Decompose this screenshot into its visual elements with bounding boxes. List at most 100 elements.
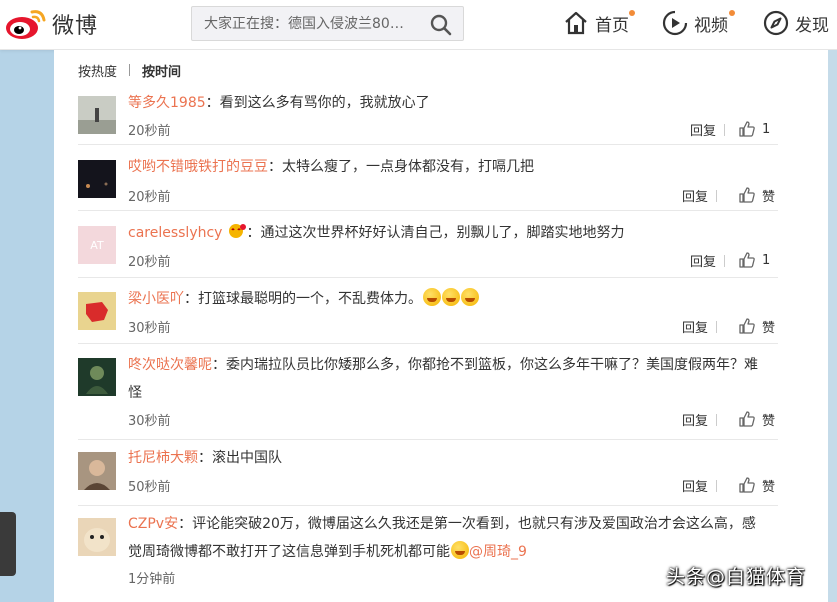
comment-colon: ：: [178, 516, 193, 532]
laughing-emoji-icon: [461, 288, 479, 306]
like-count: 赞: [762, 413, 776, 429]
comment-username[interactable]: carelesslyhcy: [128, 225, 222, 241]
notification-dot: [729, 10, 735, 16]
comment-divider: [78, 439, 778, 440]
comment-username[interactable]: 等多久1985: [128, 95, 206, 111]
comment-time: 30秒前: [128, 321, 171, 336]
like-button[interactable]: 赞: [738, 475, 775, 495]
action-divider: [716, 321, 717, 333]
action-divider: [716, 190, 717, 202]
comment-text: 咚次哒次馨呢：委内瑞拉队员比你矮那么多，你都抢不到篮板，你这么多年干嘛了？美国度…: [128, 351, 768, 407]
comment-colon: ：: [212, 357, 226, 373]
comment-colon: ：: [205, 95, 220, 111]
comment-time: 20秒前: [128, 124, 171, 139]
nav-discover[interactable]: 发现: [763, 8, 829, 38]
comment-item: 咚次哒次馨呢：委内瑞拉队员比你矮那么多，你都抢不到篮板，你这么多年干嘛了？美国度…: [78, 346, 778, 440]
comment-time: 30秒前: [128, 414, 171, 429]
comment-time: 20秒前: [128, 255, 171, 270]
logo-text: 微博: [52, 14, 99, 39]
like-count: 赞: [762, 189, 776, 205]
reply-button[interactable]: 回复: [690, 251, 716, 270]
reply-button[interactable]: 回复: [682, 186, 708, 205]
comment-body: 太特么瘦了，一点身体都没有，打嗝几把: [282, 159, 534, 175]
member-badge-icon: [229, 224, 247, 238]
comment-username[interactable]: CZPv安: [128, 516, 178, 532]
comment-item: 哎哟不错哦铁打的豆豆：太特么瘦了，一点身体都没有，打嗝几把 20秒前 回复 赞: [78, 149, 778, 211]
comment-text: 等多久1985：看到这么多有骂你的，我就放心了: [128, 89, 768, 117]
comment-body: 滚出中国队: [212, 450, 282, 466]
reply-button[interactable]: 回复: [682, 317, 708, 336]
like-button[interactable]: 赞: [738, 409, 775, 429]
comment-username[interactable]: 咚次哒次馨呢: [128, 357, 212, 373]
thumbs-up-icon: [739, 318, 755, 334]
avatar[interactable]: [78, 160, 116, 198]
thumbs-up-icon: [739, 252, 755, 268]
avatar[interactable]: [78, 96, 116, 134]
comment-body: 打篮球最聪明的一个，不乱费体力。: [198, 291, 422, 307]
action-divider: [716, 414, 717, 426]
watermark: 头条@白猫体育: [666, 566, 807, 588]
nav-discover-label: 发现: [795, 15, 829, 36]
compass-icon: [763, 10, 789, 36]
thumbs-up-icon: [739, 187, 755, 203]
thumbs-up-icon: [739, 121, 755, 137]
comment-body: 通过这次世界杯好好认清自己，别飘儿了，脚踏实地地努力: [260, 225, 625, 241]
side-widget[interactable]: [0, 512, 16, 576]
scrollbar-track[interactable]: [828, 50, 837, 602]
notification-dot: [629, 10, 635, 16]
reply-button[interactable]: 回复: [682, 410, 708, 429]
weibo-logo[interactable]: 微博: [4, 4, 114, 44]
comment-divider: [78, 277, 778, 278]
video-icon: [662, 10, 688, 36]
comment-divider: [78, 505, 778, 506]
reply-button[interactable]: 回复: [682, 476, 708, 495]
laughing-emoji-icon: [423, 288, 441, 306]
comment-mention[interactable]: @周琦_9: [469, 544, 527, 560]
reply-button[interactable]: 回复: [690, 120, 716, 139]
search-icon[interactable]: [429, 13, 453, 37]
comment-divider: [78, 343, 778, 344]
comment-text: CZPv安：评论能突破20万，微博届这么久我还是第一次看到，也就只有涉及爱国政治…: [128, 510, 768, 566]
comment-body: 评论能突破20万，微博届这么久我还是第一次看到，也就只有涉及爱国政治才会这么高，…: [128, 516, 756, 560]
comment-item: 等多久1985：看到这么多有骂你的，我就放心了 20秒前 回复 1: [78, 90, 778, 145]
thumbs-up-icon: [739, 411, 755, 427]
sort-by-time[interactable]: 按时间: [142, 61, 181, 80]
action-divider: [716, 480, 717, 492]
comment-username[interactable]: 梁小医吖: [128, 291, 184, 307]
like-button[interactable]: 1: [738, 119, 770, 139]
top-navigation-bar: 微博 首页 视频 发现: [0, 0, 837, 50]
sort-bar: 按热度 按时间: [78, 58, 181, 82]
like-count: 1: [762, 252, 771, 268]
comment-time: 50秒前: [128, 480, 171, 495]
comment-text: 梁小医吖：打篮球最聪明的一个，不乱费体力。: [128, 285, 768, 313]
comment-divider: [78, 144, 778, 145]
comment-item: AT carelesslyhcy ：通过这次世界杯好好认清自己，别飘儿了，脚踏实地…: [78, 214, 778, 278]
home-icon: [565, 11, 587, 35]
nav-home[interactable]: 首页: [563, 8, 635, 38]
action-divider: [724, 255, 725, 267]
laughing-emoji-icon: [442, 288, 460, 306]
comment-colon: ：: [198, 450, 212, 466]
avatar[interactable]: [78, 358, 116, 396]
comment-body: 看到这么多有骂你的，我就放心了: [219, 95, 430, 111]
search-input[interactable]: [192, 8, 420, 39]
like-button[interactable]: 赞: [738, 316, 775, 336]
sort-by-hot[interactable]: 按热度: [78, 61, 117, 80]
comment-username[interactable]: 哎哟不错哦铁打的豆豆: [128, 159, 268, 175]
comment-username[interactable]: 托尼柿大颗: [128, 450, 198, 466]
nav-home-label: 首页: [595, 15, 629, 36]
thumbs-up-icon: [739, 477, 755, 493]
avatar[interactable]: [78, 292, 116, 330]
avatar[interactable]: AT: [78, 226, 116, 264]
nav-video[interactable]: 视频: [662, 8, 735, 38]
like-count: 赞: [762, 479, 776, 495]
avatar[interactable]: [78, 452, 116, 490]
like-button[interactable]: 1: [738, 250, 770, 270]
comment-text: carelesslyhcy ：通过这次世界杯好好认清自己，别飘儿了，脚踏实地地努力: [128, 219, 768, 247]
comment-text: 哎哟不错哦铁打的豆豆：太特么瘦了，一点身体都没有，打嗝几把: [128, 153, 768, 181]
comment-time: 20秒前: [128, 190, 171, 205]
sort-divider: [129, 64, 131, 76]
comment-item: 托尼柿大颗：滚出中国队 50秒前 回复 赞: [78, 442, 778, 506]
like-button[interactable]: 赞: [738, 185, 775, 205]
avatar[interactable]: [78, 518, 116, 556]
